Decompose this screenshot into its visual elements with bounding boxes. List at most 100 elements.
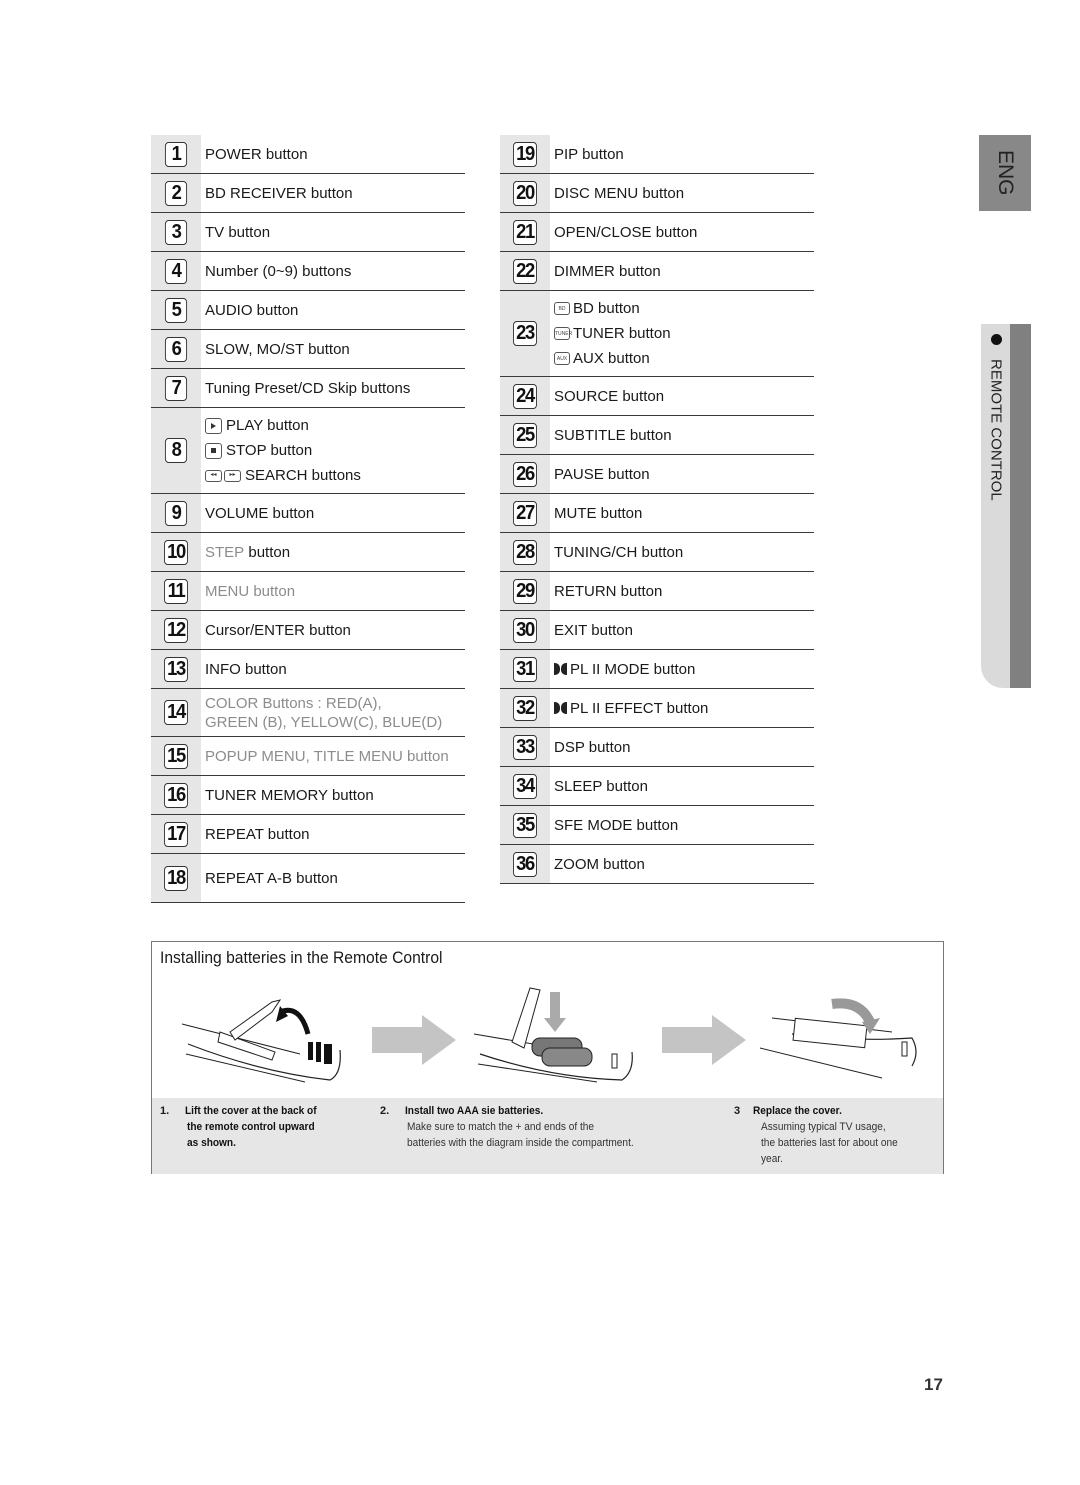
step-text: year. [761, 1153, 783, 1165]
step-heading: as shown. [187, 1137, 236, 1149]
item-label: PL II MODE button [570, 660, 696, 678]
item-number-badge: 33 [513, 734, 537, 760]
item-number-badge: 26 [513, 461, 537, 487]
remote-open-cover-illustration [181, 999, 341, 1083]
list-item: 7 Tuning Preset/CD Skip buttons [151, 369, 465, 408]
item-label: Number (0~9) buttons [205, 262, 352, 280]
item-label: Tuning Preset/CD Skip buttons [205, 379, 411, 397]
list-item: 34 SLEEP button [500, 767, 814, 806]
step-heading: Install two AAA sie batteries. [405, 1105, 544, 1117]
step-heading: the remote control upward [187, 1121, 315, 1133]
search-buttons-icon: ◂◂ ▸▸ [205, 469, 241, 482]
item-label: SOURCE button [554, 387, 665, 405]
list-item: 27 MUTE button [500, 494, 814, 533]
item-number-badge: 32 [513, 695, 537, 721]
list-item: 8 PLAY button STOP button ◂◂ ▸▸ SEARCH button… [151, 408, 465, 494]
item-number-badge: 13 [164, 656, 188, 682]
list-item: 35 SFE MODE button [500, 806, 814, 845]
item-number-badge: 28 [513, 539, 537, 565]
item-label: BD button [573, 300, 640, 317]
item-number-badge: 11 [164, 578, 188, 604]
item-label-grey: MENU button [205, 582, 296, 600]
dolby-icon [554, 702, 568, 714]
bullet-icon [990, 334, 1002, 345]
item-number-badge: 8 [164, 438, 188, 463]
item-number-badge: 24 [513, 383, 537, 409]
item-number-badge: 10 [164, 539, 188, 565]
item-label: MUTE button [554, 504, 643, 522]
item-number-badge: 3 [164, 219, 188, 245]
list-item: 16 TUNER MEMORY button [151, 776, 465, 815]
step-number: 3 [734, 1105, 741, 1117]
item-label: SLEEP button [554, 777, 648, 795]
step-number: 2. [380, 1105, 390, 1117]
list-item: 14 COLOR Buttons : RED(A), GREEN (B), YELL… [151, 689, 465, 737]
item-label: EXIT button [554, 621, 633, 639]
item-number-badge: 30 [513, 617, 537, 643]
item-label: TUNER button [573, 325, 671, 342]
item-label: DISC MENU button [554, 184, 685, 202]
battery-title: Installing batteries in the Remote Contr… [160, 948, 443, 967]
list-item: 3 TV button [151, 213, 465, 252]
item-label: RETURN button [554, 582, 663, 600]
item-label: SUBTITLE button [554, 426, 672, 444]
item-label-grey: STEP [205, 543, 245, 561]
battery-step: 2. Install two AAA sie batteries. Make sur… [380, 1103, 653, 1151]
list-item: 10 STEP button [151, 533, 465, 572]
step-text: Assuming typical TV usage, [761, 1121, 886, 1133]
step-text: the batteries last for about one [761, 1137, 898, 1149]
item-number-badge: 34 [513, 773, 537, 799]
battery-step: 1. Lift the cover at the back of the remot… [160, 1103, 328, 1151]
button-list-left: 1 POWER button 2 BD RECEIVER button 3 TV butt… [151, 135, 465, 903]
item-number-badge: 20 [513, 180, 537, 206]
item-number-badge: 6 [164, 336, 188, 362]
step-number: 1. [160, 1105, 170, 1117]
item-label-grey: GREEN (B), YELLOW(C), BLUE(D) [205, 713, 443, 731]
item-label: INFO button [205, 660, 287, 678]
item-number-badge: 17 [164, 821, 188, 847]
item-label: STOP button [226, 442, 313, 459]
item-number-badge: 18 [164, 865, 188, 891]
item-number-badge: 1 [164, 141, 188, 167]
battery-step: 3 Replace the cover. Assuming typical TV u… [734, 1103, 910, 1167]
arrow-right-icon [662, 1015, 746, 1065]
item-label: ZOOM button [554, 855, 645, 873]
item-number-badge: 29 [513, 578, 537, 604]
list-item: 22 DIMMER button [500, 252, 814, 291]
item-label: DSP button [554, 738, 631, 756]
item-label: TUNING/CH button [554, 543, 684, 561]
list-item: 30 EXIT button [500, 611, 814, 650]
item-number-badge: 9 [164, 500, 188, 526]
item-number-badge: 23 [513, 321, 537, 346]
battery-steps: 1. Lift the cover at the back of the remot… [152, 1098, 943, 1174]
item-label: SEARCH buttons [245, 467, 361, 484]
page-number: 17 [924, 1375, 943, 1394]
item-number-badge: 2 [164, 180, 188, 206]
item-label: PLAY button [226, 417, 309, 434]
item-label: DIMMER button [554, 262, 661, 280]
list-item: 32 PL II EFFECT button [500, 689, 814, 728]
item-label: PAUSE button [554, 465, 650, 483]
section-tab: REMOTE CONTROL [981, 324, 1031, 688]
list-item: 17 REPEAT button [151, 815, 465, 854]
step-heading: Replace the cover. [753, 1105, 842, 1117]
item-number-badge: 14 [164, 700, 188, 725]
item-number-badge: 22 [513, 258, 537, 284]
item-label: REPEAT button [205, 825, 310, 843]
list-item: 31 PL II MODE button [500, 650, 814, 689]
item-label: PIP button [554, 145, 624, 163]
item-number-badge: 19 [513, 141, 537, 167]
item-label: REPEAT A-B button [205, 869, 338, 887]
item-label: AUX button [573, 350, 650, 367]
item-label: SLOW, MO/ST button [205, 340, 350, 358]
item-number-badge: 4 [164, 258, 188, 284]
list-item: 24 SOURCE button [500, 377, 814, 416]
item-label: PL II EFFECT button [570, 699, 709, 717]
list-item: 25 SUBTITLE button [500, 416, 814, 455]
list-item: 5 AUDIO button [151, 291, 465, 330]
list-item: 12 Cursor/ENTER button [151, 611, 465, 650]
item-label: Cursor/ENTER button [205, 621, 351, 639]
language-label: ENG [994, 150, 1017, 196]
aux-button-icon: AUX [554, 352, 570, 365]
list-item: 9 VOLUME button [151, 494, 465, 533]
